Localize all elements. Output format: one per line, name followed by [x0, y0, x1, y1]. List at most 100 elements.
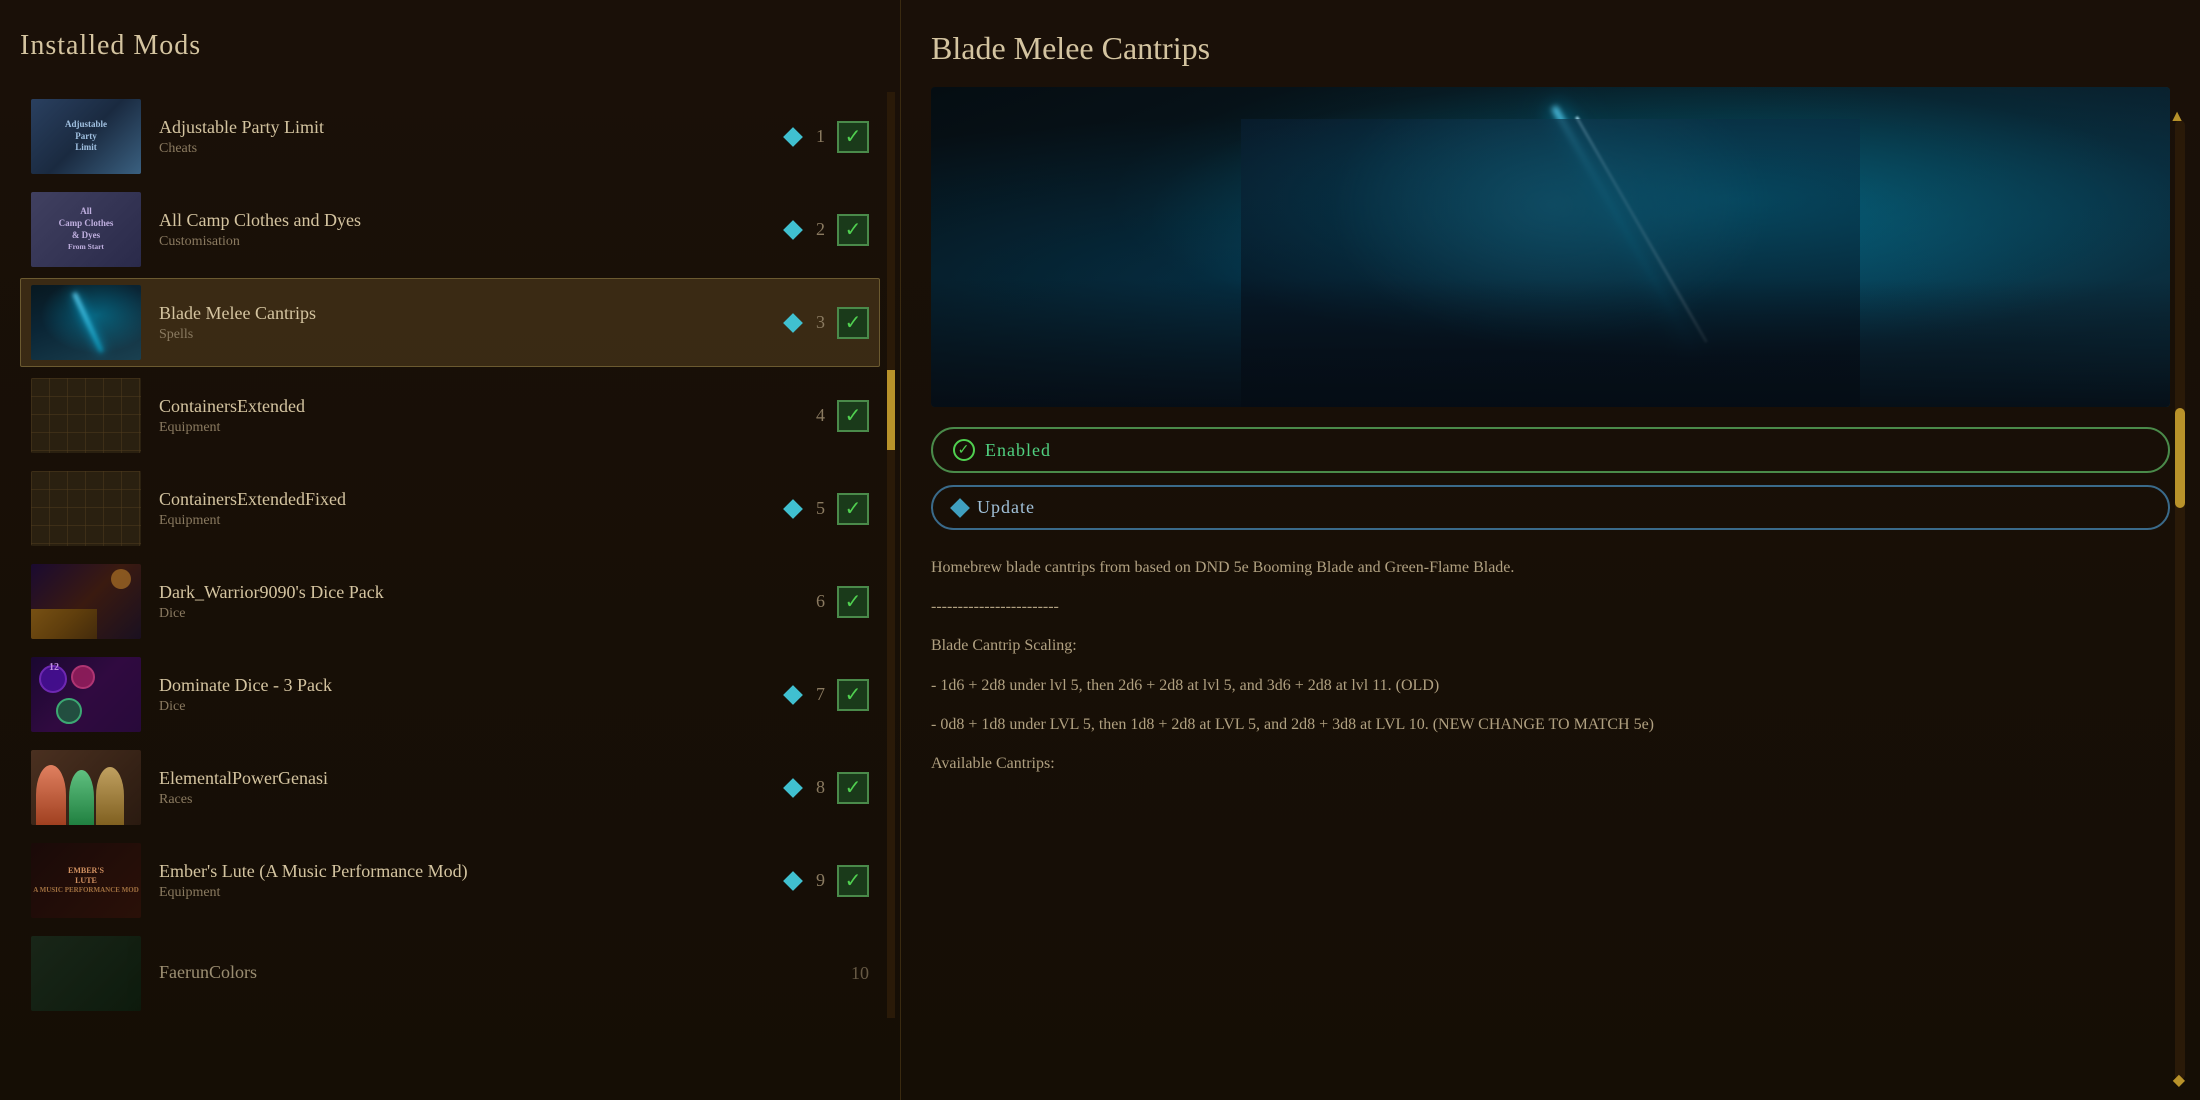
checkmark-icon: ✓ — [845, 499, 862, 519]
mod-meta: 3 ✓ — [786, 307, 869, 339]
mod-checkbox[interactable]: ✓ — [837, 865, 869, 897]
diamond-container: 9 — [786, 870, 825, 891]
mod-thumbnail: AdjustablePartyLimit — [31, 99, 141, 174]
desc-line-1: Homebrew blade cantrips from based on DN… — [931, 554, 2140, 581]
mod-info: Dominate Dice - 3 Pack Dice — [159, 674, 776, 715]
mod-name: All Camp Clothes and Dyes — [159, 209, 776, 232]
diamond-container: 4 — [805, 405, 825, 426]
mod-category: Spells — [159, 327, 776, 343]
update-diamond-icon — [950, 498, 970, 518]
list-item[interactable]: AdjustablePartyLimit Adjustable Party Li… — [20, 92, 880, 181]
mod-info: ContainersExtended Equipment — [159, 395, 795, 436]
mod-number: 2 — [805, 219, 825, 240]
mod-checkbox[interactable]: ✓ — [837, 307, 869, 339]
diamond-icon — [783, 499, 803, 519]
mod-info: ElementalPowerGenasi Races — [159, 767, 776, 808]
diamond-container: 7 — [786, 684, 825, 705]
mod-thumbnail — [31, 564, 141, 639]
desc-divider: ------------------------ — [931, 593, 2140, 620]
mod-list-scroll-area: AdjustablePartyLimit Adjustable Party Li… — [20, 92, 880, 1018]
diamond-container: 8 — [786, 777, 825, 798]
description-container: Homebrew blade cantrips from based on DN… — [931, 554, 2170, 789]
list-item[interactable]: AllCamp Clothes& DyesFrom Start All Camp… — [20, 185, 880, 274]
mod-checkbox[interactable]: ✓ — [837, 586, 869, 618]
mod-info: Ember's Lute (A Music Performance Mod) E… — [159, 860, 776, 901]
diamond-icon — [783, 127, 803, 147]
scroll-down-arrow[interactable]: ◆ — [2173, 1070, 2185, 1090]
mod-name: Adjustable Party Limit — [159, 116, 776, 139]
thumb-label: AllCamp Clothes& DyesFrom Start — [55, 202, 118, 257]
detail-scrollbar[interactable] — [2175, 120, 2185, 1080]
list-item[interactable]: 12 Dominate Dice - 3 Pack Dice 7 ✓ — [20, 650, 880, 739]
mod-checkbox[interactable]: ✓ — [837, 679, 869, 711]
mod-checkbox[interactable]: ✓ — [837, 493, 869, 525]
mod-info: Blade Melee Cantrips Spells — [159, 302, 776, 343]
mod-info: Adjustable Party Limit Cheats — [159, 116, 776, 157]
mod-name: ElementalPowerGenasi — [159, 767, 776, 790]
mod-number: 1 — [805, 126, 825, 147]
mod-info: ContainersExtendedFixed Equipment — [159, 488, 776, 529]
mod-thumbnail — [31, 750, 141, 825]
mod-list: AdjustablePartyLimit Adjustable Party Li… — [20, 92, 880, 1018]
enabled-button[interactable]: ✓ Enabled — [931, 427, 2170, 473]
mod-meta: 5 ✓ — [786, 493, 869, 525]
mod-meta: 10 — [849, 963, 869, 984]
thumb-pattern — [31, 471, 141, 546]
detail-buttons: ✓ Enabled Update — [931, 427, 2170, 530]
list-item[interactable]: Blade Melee Cantrips Spells 3 ✓ — [20, 278, 880, 367]
mod-number: 8 — [805, 777, 825, 798]
detail-image — [931, 87, 2170, 407]
list-item[interactable]: FaerunColors 10 — [20, 929, 880, 1018]
mod-checkbox[interactable]: ✓ — [837, 214, 869, 246]
checkmark-icon: ✓ — [845, 592, 862, 612]
mod-name: ContainersExtendedFixed — [159, 488, 776, 511]
list-item[interactable]: EMBER'SLUTEA MUSIC PERFORMANCE MOD Ember… — [20, 836, 880, 925]
mod-category: Customisation — [159, 234, 776, 250]
mod-meta: 7 ✓ — [786, 679, 869, 711]
desc-scaling-header: Blade Cantrip Scaling: — [931, 632, 2140, 659]
mod-checkbox[interactable]: ✓ — [837, 772, 869, 804]
mod-info: FaerunColors — [159, 961, 839, 986]
mod-category: Dice — [159, 699, 776, 715]
diamond-container: 10 — [849, 963, 869, 984]
right-panel: Blade Melee Cantrips ✓ Enabled Update Ho… — [900, 0, 2200, 1100]
detail-description: Homebrew blade cantrips from based on DN… — [931, 554, 2140, 777]
desc-scaling-old: - 1d6 + 2d8 under lvl 5, then 2d6 + 2d8 … — [931, 672, 2140, 699]
desc-cantrips-header: Available Cantrips: — [931, 750, 2140, 777]
list-item[interactable]: Dark_Warrior9090's Dice Pack Dice 6 ✓ — [20, 557, 880, 646]
diamond-icon — [783, 220, 803, 240]
update-button[interactable]: Update — [931, 485, 2170, 530]
mod-info: All Camp Clothes and Dyes Customisation — [159, 209, 776, 250]
mod-thumbnail — [31, 378, 141, 453]
thumb-label: AdjustablePartyLimit — [61, 115, 111, 158]
mod-meta: 6 ✓ — [805, 586, 869, 618]
mod-category: Equipment — [159, 885, 776, 901]
mod-number: 3 — [805, 312, 825, 333]
checkmark-icon: ✓ — [845, 313, 862, 333]
mod-checkbox[interactable]: ✓ — [837, 400, 869, 432]
detail-scroll-thumb[interactable] — [2175, 408, 2185, 508]
diamond-container: 1 — [786, 126, 825, 147]
enabled-label: Enabled — [985, 440, 1051, 461]
diamond-container: 5 — [786, 498, 825, 519]
diamond-container: 2 — [786, 219, 825, 240]
mod-checkbox[interactable]: ✓ — [837, 121, 869, 153]
list-item[interactable]: ElementalPowerGenasi Races 8 ✓ — [20, 743, 880, 832]
diamond-container: 6 — [805, 591, 825, 612]
left-panel: Installed Mods AdjustablePartyLimit Adju… — [0, 0, 900, 1100]
scrollbar[interactable] — [887, 92, 895, 1018]
character-figure — [1241, 119, 1861, 407]
list-item[interactable]: ContainersExtended Equipment 4 ✓ — [20, 371, 880, 460]
mod-name: FaerunColors — [159, 961, 839, 984]
scroll-thumb[interactable] — [887, 370, 895, 450]
scroll-up-arrow[interactable]: ▲ — [2169, 108, 2185, 126]
list-item[interactable]: ContainersExtendedFixed Equipment 5 ✓ — [20, 464, 880, 553]
mod-number: 5 — [805, 498, 825, 519]
mod-name: ContainersExtended — [159, 395, 795, 418]
mod-number: 10 — [849, 963, 869, 984]
mod-number: 4 — [805, 405, 825, 426]
mod-thumbnail — [31, 936, 141, 1011]
desc-scaling-new: - 0d8 + 1d8 under LVL 5, then 1d8 + 2d8 … — [931, 711, 2140, 738]
checkmark-icon: ✓ — [845, 685, 862, 705]
mod-meta: 4 ✓ — [805, 400, 869, 432]
